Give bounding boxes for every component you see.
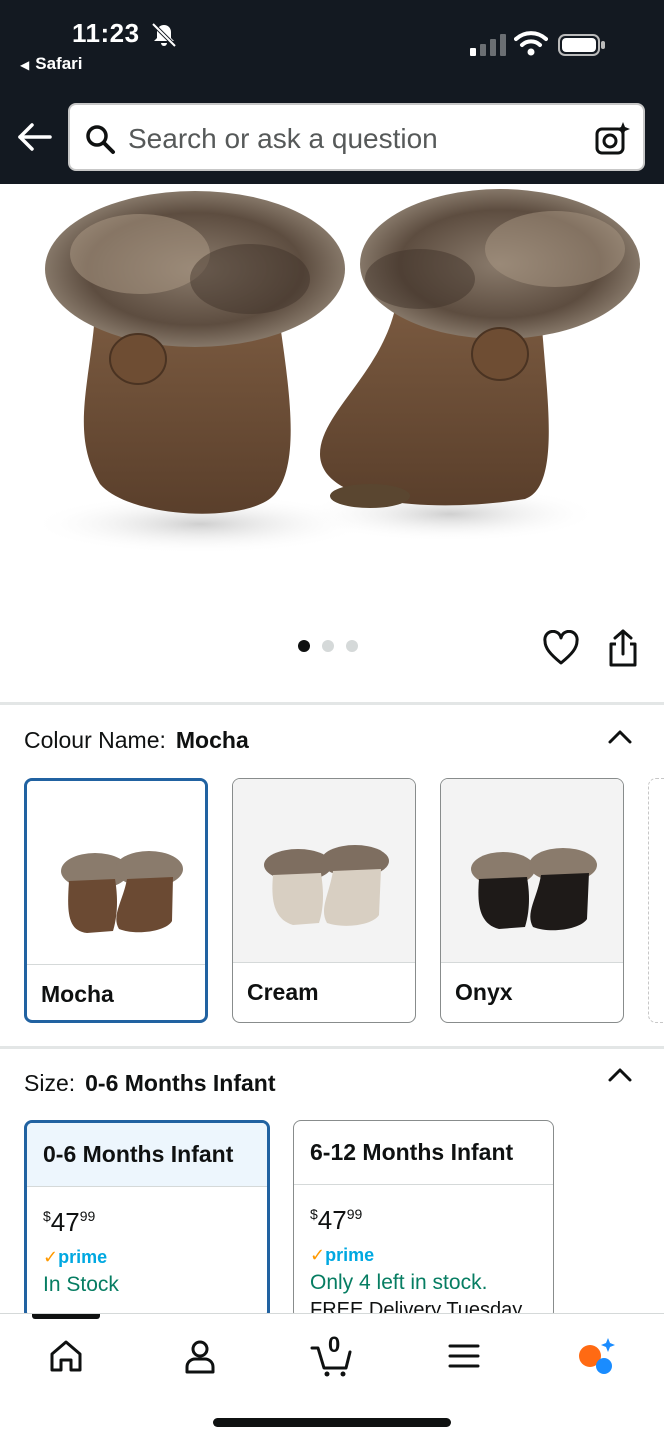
mocha-boots-thumb — [61, 851, 183, 933]
pager-dot[interactable] — [322, 640, 334, 652]
back-arrow-icon[interactable] — [16, 118, 54, 156]
chevron-up-icon[interactable] — [606, 727, 634, 747]
pager-dot[interactable] — [346, 640, 358, 652]
search-icon — [86, 125, 115, 154]
section-divider — [0, 702, 664, 705]
prime-badge: ✓prime — [43, 1247, 107, 1268]
cream-boots-thumb — [264, 845, 389, 926]
pager-dot[interactable] — [298, 640, 310, 652]
colour-selected-value: Mocha — [175, 727, 249, 753]
section-divider — [0, 1046, 664, 1049]
battery-icon — [558, 34, 605, 56]
stock-status: Only 4 left in stock. — [310, 1271, 488, 1294]
back-app-label: Safari — [35, 54, 83, 73]
colour-label-text: Colour Name: — [24, 727, 166, 753]
status-time: 11:23 — [72, 18, 140, 48]
colour-option-more[interactable] — [648, 778, 664, 1023]
prime-check-icon: ✓ — [310, 1245, 326, 1265]
product-photo — [30, 189, 640, 554]
price-fraction: 99 — [79, 1208, 96, 1224]
price-symbol: $ — [310, 1206, 318, 1222]
size-selected-value: 0-6 Months Infant — [85, 1070, 276, 1096]
colour-thumbnail — [233, 779, 415, 963]
size-label: Size: 0-6 Months Infant — [24, 1070, 276, 1097]
wifi-icon — [514, 31, 548, 56]
home-icon[interactable] — [44, 1334, 88, 1378]
colour-name-label: Colour Name: Mocha — [24, 727, 249, 754]
colour-option-label: Mocha — [41, 981, 114, 1007]
home-indicator — [213, 1418, 451, 1427]
top-bar: 11:23 ◀ Safari Search or ask a question — [0, 0, 664, 184]
product-image[interactable] — [0, 184, 664, 594]
cart-count: 0 — [328, 1332, 341, 1357]
heart-icon[interactable] — [542, 630, 580, 666]
back-triangle-icon: ◀ — [20, 58, 30, 72]
menu-icon[interactable] — [442, 1334, 486, 1378]
image-pager[interactable] — [298, 640, 358, 652]
size-option-price: $4799 — [43, 1207, 95, 1238]
colour-option-cream[interactable]: Cream — [232, 778, 416, 1023]
colour-option-onyx[interactable]: Onyx — [440, 778, 624, 1023]
stock-status: In Stock — [43, 1273, 119, 1296]
size-option-name: 0-6 Months Infant — [27, 1123, 267, 1187]
colour-thumbnail — [441, 779, 623, 963]
search-placeholder: Search or ask a question — [128, 123, 438, 154]
size-option-name: 6-12 Months Infant — [294, 1121, 553, 1185]
size-option-0-6-months[interactable]: 0-6 Months Infant $4799 ✓prime In Stock — [24, 1120, 270, 1320]
colour-option-mocha[interactable]: Mocha — [24, 778, 208, 1023]
camera-search-icon[interactable] — [594, 121, 630, 157]
share-icon[interactable] — [606, 628, 640, 668]
search-input[interactable]: Search or ask a question — [68, 103, 645, 171]
bell-off-icon — [151, 22, 177, 48]
prime-badge: ✓prime — [310, 1245, 374, 1266]
nav-active-indicator — [32, 1314, 100, 1319]
prime-text: prime — [325, 1245, 375, 1265]
onyx-boots-thumb — [471, 848, 597, 931]
account-icon[interactable] — [178, 1334, 222, 1378]
size-option-6-12-months[interactable]: 6-12 Months Infant $4799 ✓prime Only 4 l… — [293, 1120, 554, 1320]
cellular-signal-icon — [470, 34, 506, 56]
chevron-up-icon[interactable] — [606, 1065, 634, 1085]
price-whole: 47 — [317, 1205, 347, 1235]
prime-text: prime — [58, 1247, 108, 1267]
price-symbol: $ — [43, 1208, 51, 1224]
price-whole: 47 — [50, 1207, 80, 1237]
prime-check-icon: ✓ — [43, 1247, 59, 1267]
back-to-safari-link[interactable]: ◀ Safari — [20, 54, 82, 74]
colour-option-label: Cream — [247, 979, 319, 1005]
size-label-text: Size: — [24, 1070, 76, 1096]
colour-option-label: Onyx — [455, 979, 513, 1005]
rufus-assistant-icon[interactable] — [574, 1334, 618, 1378]
colour-thumbnail — [27, 781, 205, 965]
size-option-price: $4799 — [310, 1205, 362, 1236]
price-fraction: 99 — [346, 1206, 363, 1222]
